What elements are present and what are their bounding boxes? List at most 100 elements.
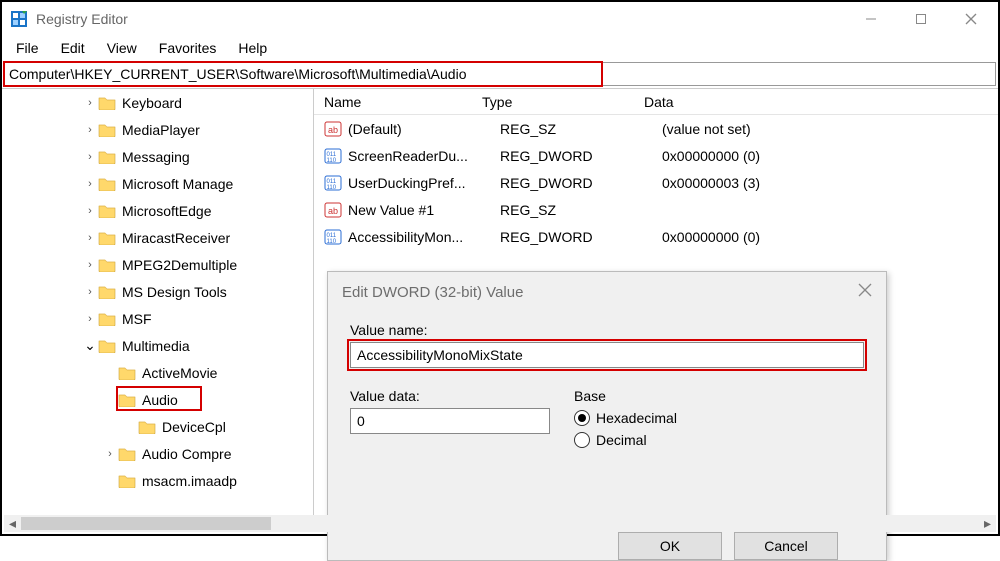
tree-pane[interactable]: ›Keyboard›MediaPlayer›Messaging›Microsof…	[2, 89, 314, 518]
value-row[interactable]: 011110UserDuckingPref...REG_DWORD0x00000…	[314, 169, 998, 196]
dialog-close-icon[interactable]	[858, 283, 872, 301]
chevron-right-icon[interactable]: ›	[82, 232, 98, 244]
horizontal-scrollbar[interactable]: ◂ ▸	[4, 515, 996, 532]
scroll-left-icon[interactable]: ◂	[4, 515, 21, 532]
tree-item[interactable]: ›MS Design Tools	[2, 278, 313, 305]
tree-item[interactable]: › Audio Compre	[2, 440, 313, 467]
folder-icon	[98, 257, 116, 272]
scroll-track[interactable]	[21, 515, 979, 532]
titlebar: Registry Editor	[2, 2, 998, 36]
folder-icon	[98, 338, 116, 353]
folder-icon	[98, 203, 116, 218]
chevron-right-icon[interactable]: ›	[82, 313, 98, 325]
menu-favorites[interactable]: Favorites	[149, 38, 227, 58]
folder-icon	[118, 392, 136, 407]
address-path: Computer\HKEY_CURRENT_USER\Software\Micr…	[9, 66, 466, 82]
tree-item-label: msacm.imaadp	[142, 473, 237, 489]
col-data[interactable]: Data	[644, 94, 998, 110]
tree-item[interactable]: ›Keyboard	[2, 89, 313, 116]
svg-text:110: 110	[327, 185, 337, 191]
tree-item[interactable]: › MSF	[2, 305, 313, 332]
tree-item[interactable]: DeviceCpl	[2, 413, 313, 440]
regedit-icon	[10, 10, 28, 28]
radio-hexadecimal[interactable]: Hexadecimal	[574, 410, 864, 426]
menu-view[interactable]: View	[97, 38, 147, 58]
cancel-button[interactable]: Cancel	[734, 532, 838, 560]
scroll-right-icon[interactable]: ▸	[979, 515, 996, 532]
folder-icon	[118, 446, 136, 461]
maximize-button[interactable]	[898, 4, 944, 34]
value-data: 0x00000000 (0)	[662, 229, 998, 245]
string-value-icon: ab	[324, 120, 342, 138]
tree-item[interactable]: Audio	[2, 386, 313, 413]
chevron-right-icon[interactable]: ›	[82, 259, 98, 271]
scroll-thumb[interactable]	[21, 517, 271, 530]
folder-icon	[98, 230, 116, 245]
chevron-down-icon[interactable]: ⌄	[82, 337, 98, 354]
tree-item-label: MPEG2Demultiple	[122, 257, 237, 273]
base-label: Base	[574, 388, 864, 404]
menu-edit[interactable]: Edit	[51, 38, 95, 58]
value-row[interactable]: 011110AccessibilityMon...REG_DWORD0x0000…	[314, 223, 998, 250]
dword-value-icon: 011110	[324, 228, 342, 246]
chevron-right-icon[interactable]: ›	[82, 205, 98, 217]
window-title: Registry Editor	[36, 11, 848, 27]
tree-item-label: Microsoft Manage	[122, 176, 233, 192]
tree-item[interactable]: › MPEG2Demultiple	[2, 251, 313, 278]
col-type[interactable]: Type	[482, 94, 644, 110]
tree-item-label: DeviceCpl	[162, 419, 226, 435]
chevron-right-icon[interactable]: ›	[82, 286, 98, 298]
tree-item[interactable]: ›MicrosoftEdge	[2, 197, 313, 224]
chevron-right-icon[interactable]: ›	[82, 124, 98, 136]
tree-item[interactable]: › MiracastReceiver	[2, 224, 313, 251]
chevron-right-icon[interactable]: ›	[82, 178, 98, 190]
menu-file[interactable]: File	[6, 38, 49, 58]
value-type: REG_SZ	[500, 202, 662, 218]
value-type: REG_SZ	[500, 121, 662, 137]
tree-item-label: Messaging	[122, 149, 190, 165]
chevron-right-icon[interactable]: ›	[82, 97, 98, 109]
dword-value-icon: 011110	[324, 174, 342, 192]
radio-dec-label: Decimal	[596, 432, 647, 448]
tree-item[interactable]: ActiveMovie	[2, 359, 313, 386]
address-bar[interactable]: Computer\HKEY_CURRENT_USER\Software\Micr…	[4, 62, 996, 86]
tree-item[interactable]: › Messaging	[2, 143, 313, 170]
minimize-button[interactable]	[848, 4, 894, 34]
folder-icon	[138, 419, 156, 434]
close-button[interactable]	[948, 4, 994, 34]
tree-item[interactable]: › MediaPlayer	[2, 116, 313, 143]
ok-button[interactable]: OK	[618, 532, 722, 560]
radio-hex-label: Hexadecimal	[596, 410, 677, 426]
folder-icon	[98, 176, 116, 191]
value-row[interactable]: abNew Value #1REG_SZ	[314, 196, 998, 223]
dialog-titlebar: Edit DWORD (32-bit) Value	[328, 272, 886, 312]
tree-item[interactable]: ⌄ Multimedia	[2, 332, 313, 359]
value-row[interactable]: ab (Default)REG_SZ(value not set)	[314, 115, 998, 142]
value-data: (value not set)	[662, 121, 998, 137]
tree-item-label: Audio	[142, 392, 178, 408]
value-data: 0x00000000 (0)	[662, 148, 998, 164]
value-name-label: Value name:	[350, 322, 864, 338]
string-value-icon: ab	[324, 201, 342, 219]
tree-item-label: Multimedia	[122, 338, 190, 354]
col-name[interactable]: Name	[314, 94, 482, 110]
tree-item-label: MiracastReceiver	[122, 230, 230, 246]
tree-item-label: MediaPlayer	[122, 122, 200, 138]
value-data-input[interactable]	[350, 408, 550, 434]
values-header: Name Type Data	[314, 89, 998, 115]
radio-dot-icon	[574, 410, 590, 426]
value-name-input[interactable]	[350, 342, 864, 368]
value-row[interactable]: 011110ScreenReaderDu...REG_DWORD0x000000…	[314, 142, 998, 169]
value-type: REG_DWORD	[500, 148, 662, 164]
tree-item[interactable]: › Microsoft Manage	[2, 170, 313, 197]
folder-icon	[98, 311, 116, 326]
folder-icon	[98, 149, 116, 164]
chevron-right-icon[interactable]: ›	[82, 151, 98, 163]
value-name: (Default)	[348, 121, 500, 137]
chevron-right-icon[interactable]: ›	[102, 448, 118, 460]
tree-item-label: Audio Compre	[142, 446, 232, 462]
menu-help[interactable]: Help	[228, 38, 277, 58]
radio-decimal[interactable]: Decimal	[574, 432, 864, 448]
tree-item[interactable]: msacm.imaadp	[2, 467, 313, 494]
tree-item-label: MSF	[122, 311, 152, 327]
